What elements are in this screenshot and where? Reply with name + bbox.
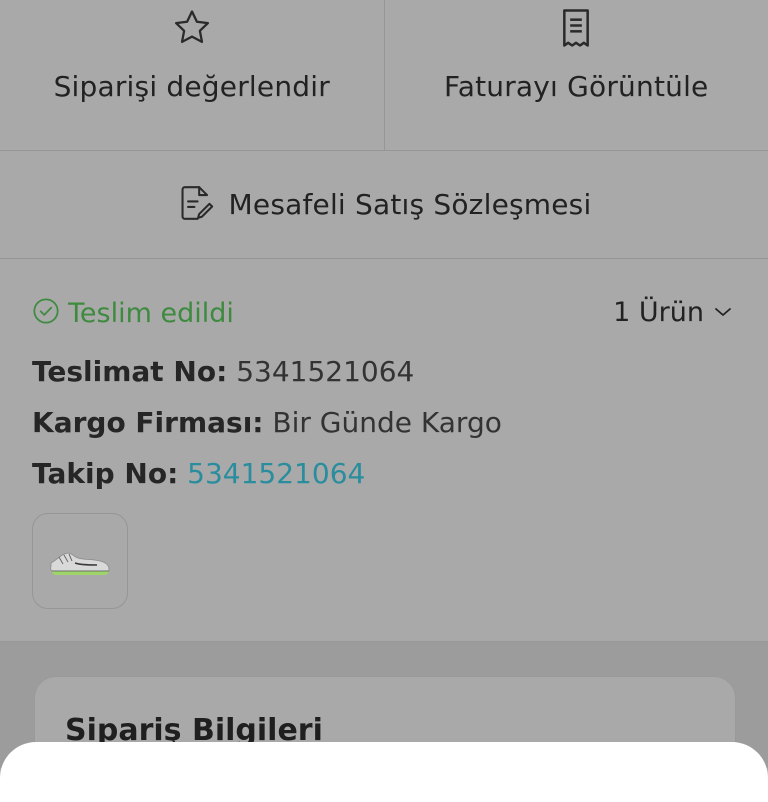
tracking-number-link[interactable]: 5341521064	[187, 457, 365, 490]
rate-order-label: Siparişi değerlendir	[54, 70, 330, 103]
order-actions: Siparişi değerlendir Faturayı Görüntüle	[0, 0, 768, 151]
delivery-card: Teslim edildi 1 Ürün Teslimat No: 534152…	[0, 259, 768, 642]
carrier-row: Kargo Firması: Bir Günde Kargo	[32, 406, 502, 439]
delivery-number-row: Teslimat No: 5341521064	[32, 355, 414, 388]
delivery-number-value: 5341521064	[236, 355, 414, 388]
item-count-toggle[interactable]: 1 Ürün	[613, 297, 732, 328]
contract-label: Mesafeli Satış Sözleşmesi	[229, 188, 592, 221]
carrier-value: Bir Günde Kargo	[272, 406, 501, 439]
rate-order-button[interactable]: Siparişi değerlendir	[0, 0, 385, 150]
view-invoice-button[interactable]: Faturayı Görüntüle	[385, 0, 768, 150]
document-edit-icon	[177, 183, 215, 227]
tracking-label: Takip No:	[32, 457, 178, 490]
item-count: 1 Ürün	[613, 297, 704, 328]
chevron-down-icon	[714, 303, 732, 322]
delivery-number-label: Teslimat No:	[32, 355, 227, 388]
status-text: Teslim edildi	[68, 298, 234, 329]
receipt-icon	[559, 6, 593, 50]
star-icon	[171, 6, 213, 50]
tracking-row: Takip No: 5341521064	[32, 457, 365, 490]
distance-sales-contract-button[interactable]: Mesafeli Satış Sözleşmesi	[0, 151, 768, 259]
product-thumbnail[interactable]	[32, 513, 128, 609]
delivery-status: Teslim edildi	[32, 297, 234, 329]
running-shoe-image	[47, 541, 113, 581]
check-circle-icon	[32, 297, 60, 329]
bottom-sheet[interactable]	[0, 742, 768, 802]
view-invoice-label: Faturayı Görüntüle	[444, 70, 709, 103]
carrier-label: Kargo Firması:	[32, 406, 264, 439]
